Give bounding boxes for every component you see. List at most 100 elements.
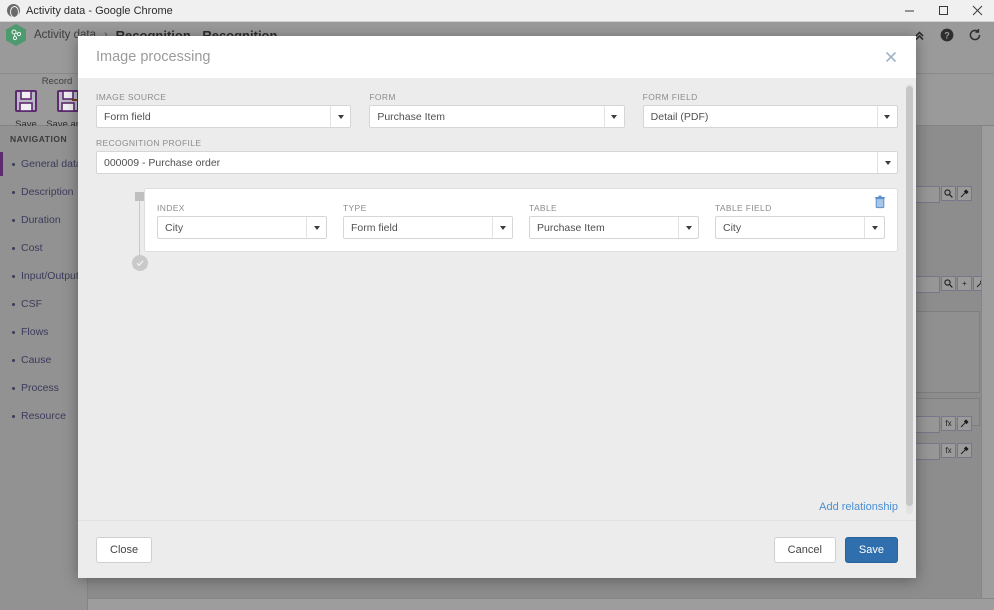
type-value: Form field: [351, 221, 398, 234]
window-minimize-button[interactable]: [892, 0, 926, 22]
type-field-group: TYPE Form field: [343, 203, 513, 239]
table-field-select[interactable]: City: [715, 216, 885, 239]
type-select[interactable]: Form field: [343, 216, 513, 239]
form-field-value: Detail (PDF): [650, 110, 709, 123]
search-icon[interactable]: [941, 276, 956, 291]
help-icon[interactable]: ?: [940, 28, 954, 42]
relationship-area: INDEX City TYPE Form field TABLE Purchas…: [96, 188, 898, 271]
screen-root: Activity data - Google Chrome Activity d…: [0, 0, 994, 610]
background-horizontal-scrollbar[interactable]: [88, 598, 994, 610]
form-field-group: FORM Purchase Item: [369, 92, 625, 128]
footer-actions: Cancel Save: [773, 536, 898, 563]
bullet-icon: [12, 358, 15, 362]
picker-icon[interactable]: [957, 186, 972, 201]
app-header-icons: ?: [913, 28, 994, 42]
chevron-down-icon[interactable]: [876, 106, 897, 127]
form-label: FORM: [369, 92, 396, 102]
sidebar-item-csf[interactable]: CSF: [0, 290, 87, 318]
sidebar-item-flows[interactable]: Flows: [0, 318, 87, 346]
refresh-icon[interactable]: [968, 28, 982, 42]
chrome-globe-icon: [7, 4, 20, 18]
relationship-fields-row: INDEX City TYPE Form field TABLE Purchas…: [157, 203, 885, 239]
dialog-scrollbar-thumb[interactable]: [906, 86, 913, 506]
search-icon[interactable]: [941, 186, 956, 201]
browser-window-title: Activity data - Google Chrome: [26, 4, 173, 17]
picker-icon[interactable]: [957, 443, 972, 458]
sidebar-item-label: General data: [21, 158, 82, 170]
save-button[interactable]: Save: [844, 536, 898, 563]
add-relationship-wrapper: Add relationship: [819, 497, 898, 515]
image-source-field-group: IMAGE SOURCE Form field: [96, 92, 352, 128]
table-select[interactable]: Purchase Item: [529, 216, 699, 239]
background-vertical-scrollbar[interactable]: [981, 126, 994, 610]
browser-title-bar: Activity data - Google Chrome: [0, 0, 994, 22]
sidebar-item-duration[interactable]: Duration: [0, 206, 87, 234]
sidebar-item-input-output[interactable]: Input/Output: [0, 262, 87, 290]
form-value: Purchase Item: [377, 110, 446, 123]
image-source-select[interactable]: Form field: [96, 105, 352, 128]
close-icon[interactable]: [880, 46, 902, 68]
save-icon: [4, 84, 48, 118]
chevron-down-icon[interactable]: [330, 106, 350, 127]
chevron-down-icon[interactable]: [877, 152, 897, 173]
chevron-down-icon[interactable]: [306, 217, 326, 238]
form-field-select[interactable]: Detail (PDF): [642, 105, 898, 128]
chevron-down-icon[interactable]: [492, 217, 512, 238]
table-field-label: TABLE FIELD: [715, 203, 772, 213]
window-controls: [892, 0, 994, 22]
relationship-card: INDEX City TYPE Form field TABLE Purchas…: [144, 188, 898, 252]
fx-icon[interactable]: fx: [941, 443, 956, 458]
ribbon-save-button[interactable]: Save: [4, 84, 48, 130]
form-field-field-group: FORM FIELD Detail (PDF): [642, 92, 898, 128]
sidebar-item-process[interactable]: Process: [0, 374, 87, 402]
close-button[interactable]: Close: [96, 536, 153, 563]
form-select[interactable]: Purchase Item: [369, 105, 625, 128]
bullet-icon: [12, 162, 15, 166]
dialog-footer: Add relationship Close Cancel Save: [78, 501, 916, 578]
rail-connector-line: [139, 200, 140, 262]
chevron-down-icon[interactable]: [603, 106, 624, 127]
add-icon[interactable]: +: [957, 276, 972, 291]
image-source-value: Form field: [104, 110, 151, 123]
sidebar-title: NAVIGATION: [10, 134, 68, 144]
sidebar: NAVIGATION General data Description Dura…: [0, 126, 88, 610]
sidebar-item-cost[interactable]: Cost: [0, 234, 87, 262]
table-value: Purchase Item: [537, 221, 605, 234]
top-fields-row: IMAGE SOURCE Form field FORM Purchase It…: [96, 92, 898, 128]
add-relationship-link[interactable]: Add relationship: [819, 501, 898, 513]
sidebar-item-description[interactable]: Description: [0, 178, 87, 206]
cancel-button[interactable]: Cancel: [773, 536, 836, 563]
bullet-icon: [12, 190, 15, 194]
index-label: INDEX: [157, 203, 185, 213]
sidebar-item-label: CSF: [21, 298, 42, 310]
bullet-icon: [12, 386, 15, 390]
trash-icon[interactable]: [873, 195, 887, 209]
dialog-header: Image processing: [78, 36, 916, 78]
dialog-title: Image processing: [96, 49, 211, 65]
table-label: TABLE: [529, 203, 558, 213]
bullet-icon: [12, 414, 15, 418]
chevron-down-icon[interactable]: [678, 217, 698, 238]
window-maximize-button[interactable]: [926, 0, 960, 22]
sidebar-item-cause[interactable]: Cause: [0, 346, 87, 374]
recognition-profile-group: RECOGNITION PROFILE 000009 - Purchase or…: [96, 138, 898, 174]
sidebar-item-label: Process: [21, 382, 59, 394]
sidebar-item-resource[interactable]: Resource: [0, 402, 87, 430]
picker-icon[interactable]: [957, 416, 972, 431]
fx-icon[interactable]: fx: [941, 416, 956, 431]
index-select[interactable]: City: [157, 216, 327, 239]
bullet-icon: [12, 246, 15, 250]
chevron-down-icon[interactable]: [864, 217, 884, 238]
sidebar-item-label: Description: [21, 186, 74, 198]
sidebar-item-label: Flows: [21, 326, 49, 338]
window-close-button[interactable]: [960, 0, 994, 22]
app-logo-icon: [6, 24, 26, 46]
recognition-profile-select[interactable]: 000009 - Purchase order: [96, 151, 898, 174]
type-label: TYPE: [343, 203, 367, 213]
sidebar-item-label: Resource: [21, 410, 66, 422]
table-field-value: City: [723, 221, 742, 234]
image-processing-dialog: Image processing IMAGE SOURCE Form field: [78, 36, 916, 578]
form-field-label: FORM FIELD: [642, 92, 698, 102]
sidebar-item-general-data[interactable]: General data: [0, 150, 87, 178]
recognition-profile-label: RECOGNITION PROFILE: [96, 138, 202, 148]
